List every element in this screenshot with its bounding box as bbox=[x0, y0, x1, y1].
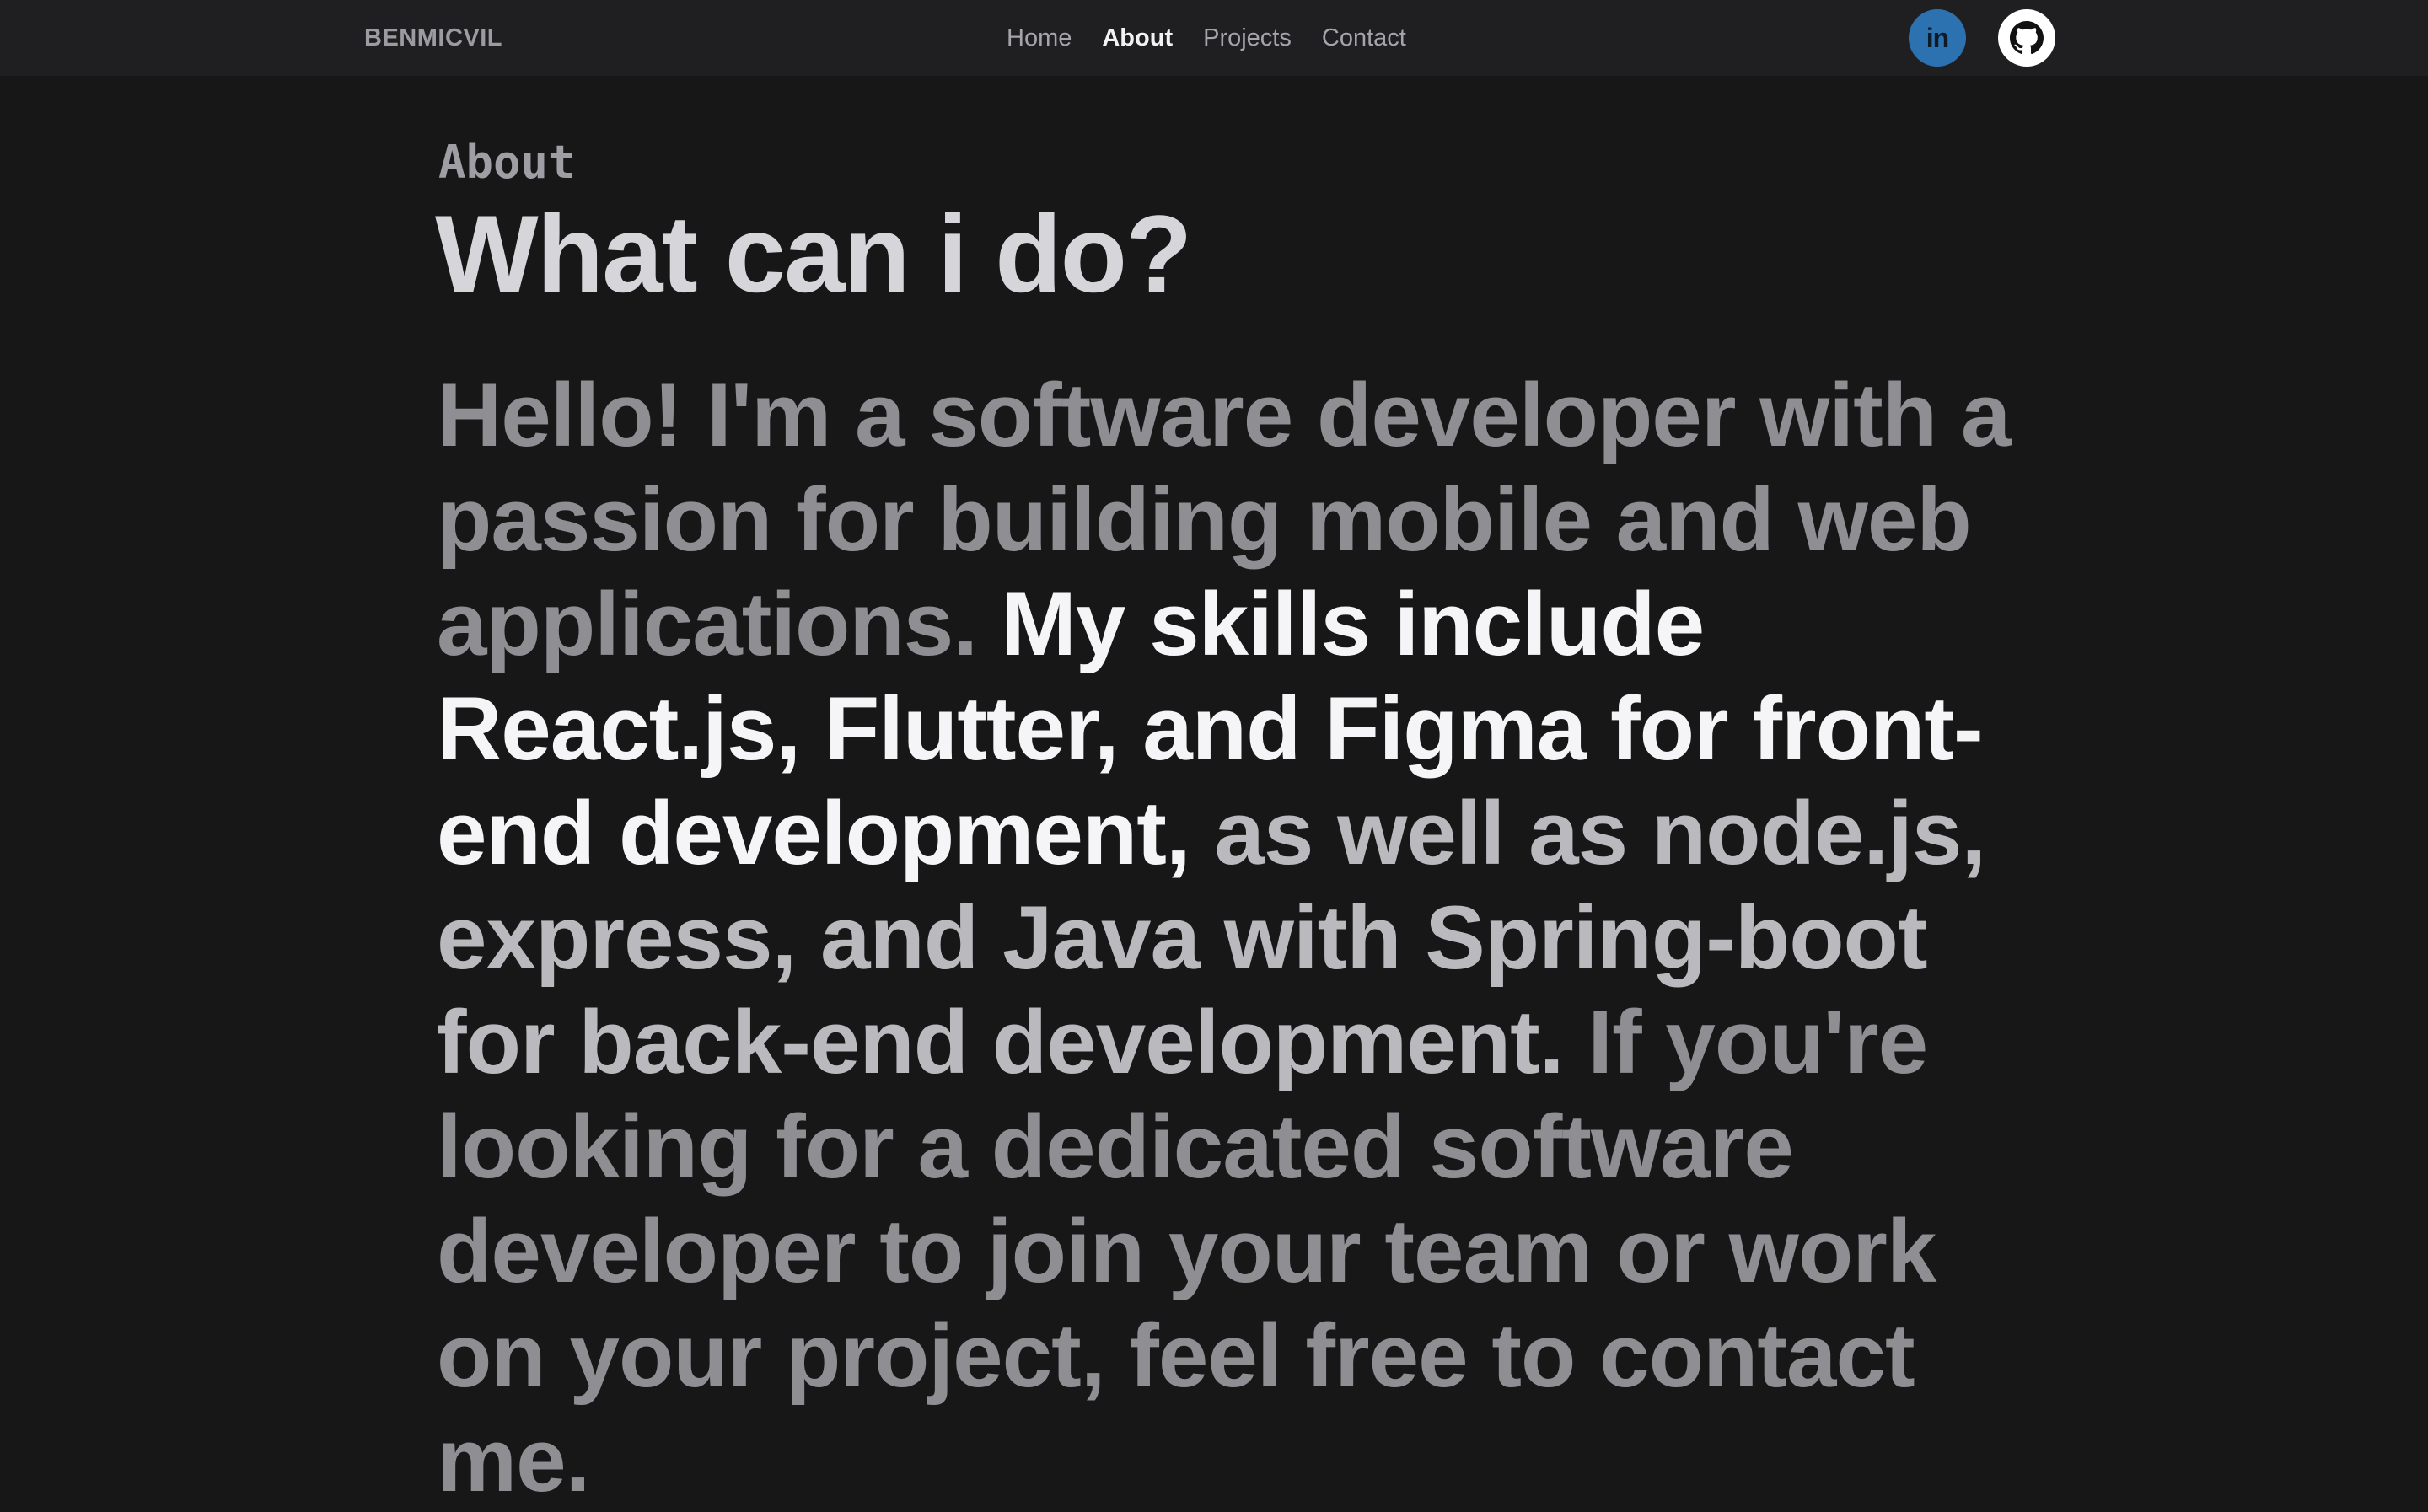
github-icon bbox=[2010, 21, 2044, 55]
linkedin-button[interactable]: in bbox=[1909, 9, 1966, 67]
nav-link-home[interactable]: Home bbox=[1007, 23, 1072, 53]
brand-logo[interactable]: BENMICVIL bbox=[364, 24, 502, 52]
section-eyebrow: About bbox=[438, 136, 576, 189]
bio-paragraph: Hello! I'm a software developer with a p… bbox=[437, 362, 2022, 1512]
bio-backend-intro: as well as node.js, bbox=[1214, 782, 1986, 883]
linkedin-icon: in bbox=[1926, 23, 1949, 53]
github-button[interactable] bbox=[1998, 9, 2055, 67]
nav-link-projects[interactable]: Projects bbox=[1203, 23, 1292, 53]
page-title: What can i do? bbox=[435, 192, 1192, 315]
main-nav: Home About Projects Contact bbox=[1007, 23, 1406, 53]
nav-link-about[interactable]: About bbox=[1102, 23, 1173, 53]
nav-link-contact[interactable]: Contact bbox=[1322, 23, 1406, 53]
top-navigation-bar: BENMICVIL Home About Projects Contact in bbox=[0, 0, 2428, 76]
